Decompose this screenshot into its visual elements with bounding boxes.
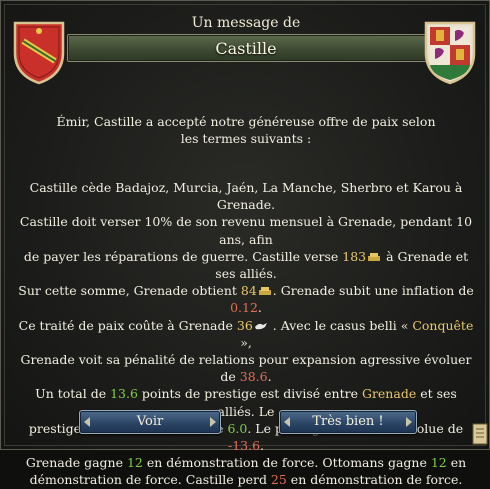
ok-button[interactable]: Très bien ! bbox=[279, 410, 417, 434]
peace-offer-dialog: Un message de Castille Émir, Castille a … bbox=[0, 0, 490, 487]
terms-text-span: Ce traité de paix coûte à Grenade bbox=[18, 317, 237, 333]
terms-text-span: en démonstration de force. bbox=[286, 472, 463, 488]
gold-icon bbox=[258, 287, 271, 296]
intro-line-1: Émir, Castille a accepté notre généreuse… bbox=[56, 114, 436, 129]
power-projection-granada: 12 bbox=[126, 455, 143, 471]
gold-icon bbox=[368, 252, 381, 261]
aggressive-expansion-value: 38.6 bbox=[239, 369, 268, 385]
terms-text-span: démonstration de force. Castille perd bbox=[29, 472, 271, 488]
scroll-icon[interactable] bbox=[471, 421, 489, 447]
terms-text-span: Grenade gagne bbox=[25, 455, 127, 471]
terms-line: Castille doit verser 10% de son revenu m… bbox=[15, 213, 477, 247]
terms-text-span: . Avec le casus belli « bbox=[268, 317, 413, 333]
terms-text-span: en bbox=[446, 455, 467, 471]
dialog-header: Un message de Castille bbox=[61, 1, 431, 71]
country-name-grenade: Grenade bbox=[361, 386, 417, 402]
terms-line: démonstration de force. Castille perd 25… bbox=[15, 471, 477, 488]
terms-line: de payer les réparations de guerre. Cast… bbox=[15, 248, 477, 282]
gold-amount-granada: 84 bbox=[240, 283, 257, 299]
power-projection-ottomans: 12 bbox=[430, 455, 447, 471]
terms-text-span: Un total de bbox=[35, 386, 111, 402]
terms-text-span: en démonstration de force. Ottomans gagn… bbox=[142, 455, 431, 471]
terms-text-span: Castille cède Badajoz, Murcia, Jaén, La … bbox=[29, 180, 463, 213]
intro-text: Émir, Castille a accepté notre généreuse… bbox=[15, 113, 477, 147]
gold-amount-total: 183 bbox=[342, 248, 367, 264]
casus-belli-name: Conquête bbox=[412, 317, 474, 333]
terms-line: Sur cette somme, Grenade obtient 84 . Gre… bbox=[15, 282, 477, 316]
terms-line: Ce traité de paix coûte à Grenade 36 . A… bbox=[15, 317, 477, 351]
peace-dove-icon bbox=[254, 322, 267, 329]
terms-text-span: . bbox=[257, 300, 262, 316]
terms-text-span: points de prestige est divisé entre bbox=[137, 386, 362, 402]
intro-line-2: les termes suivants : bbox=[180, 131, 312, 147]
terms-text: Castille cède Badajoz, Murcia, Jaén, La … bbox=[15, 179, 477, 489]
terms-text-span: », bbox=[240, 334, 252, 350]
terms-text-span: Castille doit verser 10% de son revenu m… bbox=[19, 214, 473, 247]
terms-text-span: de payer les réparations de guerre. Cast… bbox=[23, 248, 343, 264]
inflation-value: 0.12 bbox=[230, 300, 258, 316]
prestige-loss-value: -13.6 bbox=[227, 438, 261, 454]
granada-shield-icon bbox=[13, 21, 65, 85]
terms-line: Castille cède Badajoz, Murcia, Jaén, La … bbox=[15, 179, 477, 213]
terms-text-span: Sur cette somme, Grenade obtient bbox=[18, 283, 241, 299]
prestige-total-value: 13.6 bbox=[110, 386, 138, 402]
dialog-title: Castille bbox=[215, 39, 277, 58]
view-button[interactable]: Voir bbox=[79, 410, 221, 434]
castile-shield-icon bbox=[424, 21, 476, 85]
dialog-subtitle: Un message de bbox=[191, 15, 301, 31]
peace-cost-value: 36 bbox=[236, 317, 253, 333]
power-projection-castile: 25 bbox=[270, 472, 287, 488]
terms-text-span: . Grenade subit une inflation de bbox=[272, 283, 474, 299]
prestige-gain-value: 6.0 bbox=[227, 420, 248, 436]
terms-text-span: . bbox=[260, 438, 265, 454]
terms-line: Grenade voit sa pénalité de relations po… bbox=[15, 351, 477, 385]
terms-text-span: . bbox=[267, 369, 272, 385]
terms-line: Grenade gagne 12 en démonstration de for… bbox=[15, 454, 477, 471]
